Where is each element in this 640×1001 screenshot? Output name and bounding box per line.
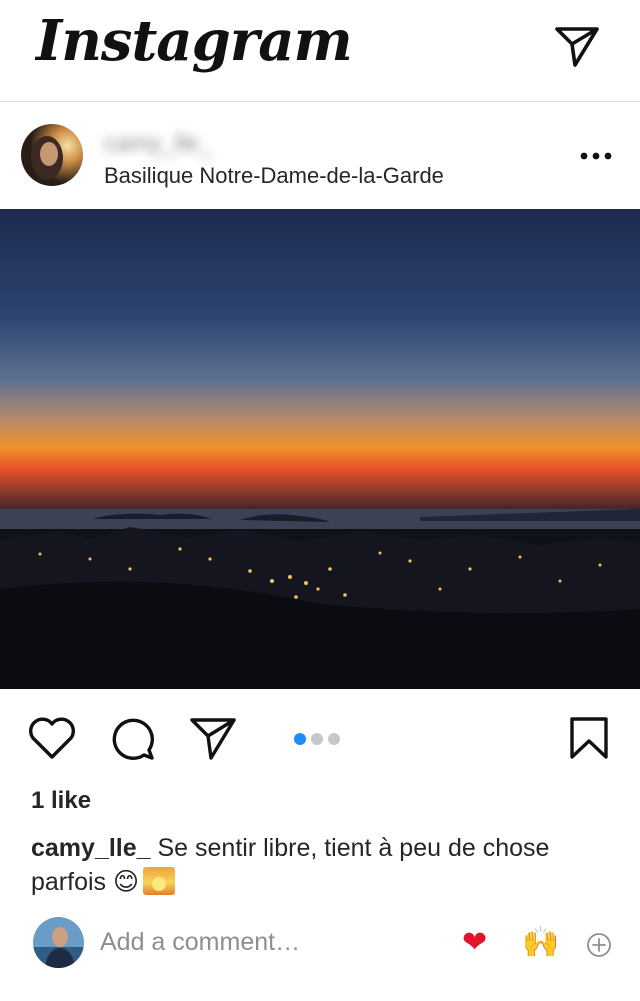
- post-photo[interactable]: [0, 209, 640, 689]
- comment-input[interactable]: [100, 928, 440, 957]
- author-username[interactable]: camy_lle_: [104, 130, 212, 158]
- post-header: camy_lle_ Basilique Notre-Dame-de-la-Gar…: [0, 102, 640, 209]
- add-reaction-icon[interactable]: [586, 932, 612, 958]
- carousel-indicator: [294, 732, 345, 745]
- share-icon[interactable]: [188, 713, 238, 763]
- add-comment-row: ❤ 🙌: [0, 912, 640, 976]
- caption-username[interactable]: camy_lle_: [31, 834, 151, 862]
- instagram-logo[interactable]: Instagram: [36, 8, 353, 74]
- sunrise-emoji-icon: [143, 867, 176, 895]
- quick-reaction-raised-hands[interactable]: 🙌: [522, 926, 559, 960]
- post-actions: [0, 689, 640, 784]
- direct-messages-icon[interactable]: [553, 24, 601, 70]
- more-options-icon[interactable]: [578, 146, 614, 166]
- like-icon[interactable]: [27, 713, 77, 763]
- carousel-dot: [328, 733, 340, 745]
- post-location[interactable]: Basilique Notre-Dame-de-la-Garde: [104, 163, 444, 189]
- current-user-avatar[interactable]: [33, 917, 84, 968]
- bookmark-icon[interactable]: [566, 713, 616, 763]
- comment-icon[interactable]: [107, 713, 157, 763]
- author-avatar[interactable]: [21, 124, 83, 186]
- carousel-dot-active: [294, 733, 306, 745]
- carousel-dot: [311, 733, 323, 745]
- likes-count[interactable]: 1 like: [31, 787, 91, 815]
- smile-emoji: 😊: [113, 867, 140, 896]
- post-caption: camy_lle_ Se sentir libre, tient à peu d…: [31, 832, 591, 899]
- top-bar: Instagram: [0, 0, 640, 102]
- quick-reaction-heart[interactable]: ❤: [462, 926, 487, 960]
